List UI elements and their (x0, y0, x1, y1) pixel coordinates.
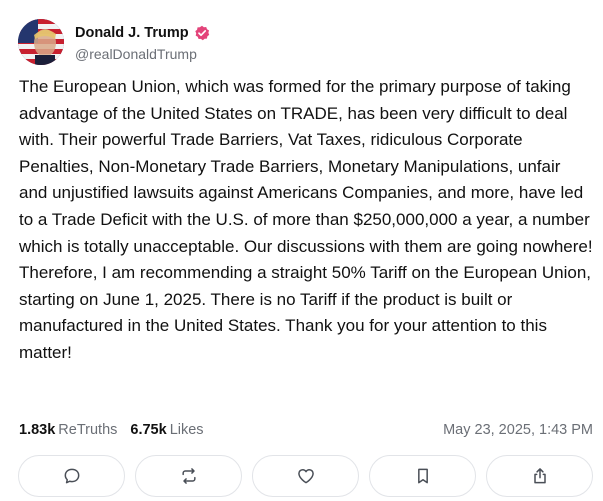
post-timestamp[interactable]: May 23, 2025, 1:43 PM (443, 422, 593, 438)
author-names: Donald J. Trump @realDonaldTrump (75, 23, 210, 62)
retruth-button[interactable] (135, 455, 242, 497)
likes-count: 6.75k (130, 422, 167, 438)
bookmark-button[interactable] (369, 455, 476, 497)
avatar[interactable] (18, 19, 64, 65)
reply-button[interactable] (18, 455, 125, 497)
post-text: The European Union, which was formed for… (19, 77, 597, 362)
display-name-row: Donald J. Trump (75, 23, 210, 43)
post-header: Donald J. Trump @realDonaldTrump (18, 19, 210, 65)
author-handle[interactable]: @realDonaldTrump (75, 46, 210, 62)
post-stats: 1.83k ReTruths 6.75k Likes May 23, 2025,… (19, 420, 593, 440)
post-card: Donald J. Trump @realDonaldTrump The Eur… (0, 0, 603, 501)
like-icon (297, 469, 314, 484)
reply-icon (64, 468, 79, 484)
display-name[interactable]: Donald J. Trump (75, 25, 189, 41)
verified-badge-icon (194, 25, 210, 41)
retruth-icon (181, 468, 196, 484)
retruths-label: ReTruths (58, 422, 118, 438)
likes-label: Likes (169, 422, 204, 438)
bookmark-icon (417, 468, 428, 484)
retruths-count: 1.83k (19, 422, 56, 438)
share-icon (533, 468, 546, 484)
like-button[interactable] (252, 455, 359, 497)
likes-stat[interactable]: 6.75k Likes (130, 422, 203, 438)
retruths-stat[interactable]: 1.83k ReTruths (19, 422, 117, 438)
share-button[interactable] (486, 455, 593, 497)
avatar-image (18, 19, 64, 65)
action-bar (18, 455, 593, 497)
